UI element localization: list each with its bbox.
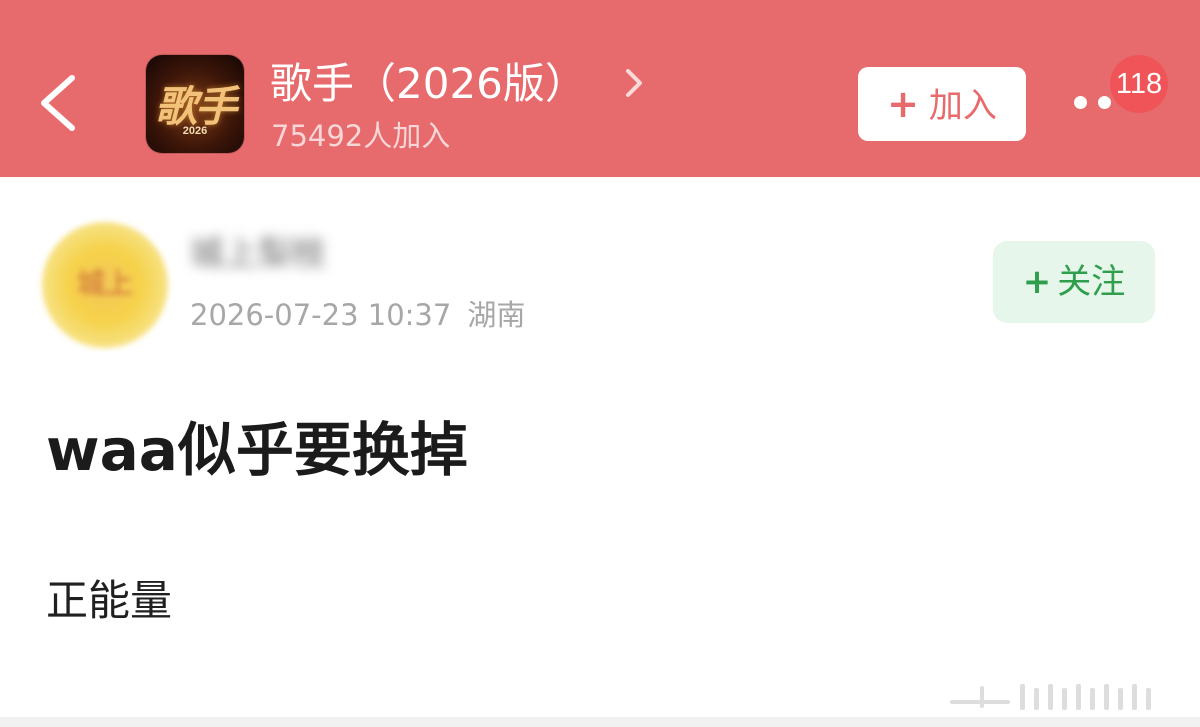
plus-icon: + [1022, 262, 1052, 302]
author-avatar[interactable]: 城上 [42, 222, 168, 348]
post-title: waa似乎要换掉 [46, 416, 468, 484]
follow-button[interactable]: + 关注 [993, 241, 1155, 323]
notification-badge[interactable]: 118 [1110, 55, 1168, 113]
post-location: 湖南 [467, 298, 526, 332]
chevron-left-icon [41, 75, 75, 131]
post-datetime: 2026-07-23 10:37 [190, 298, 452, 332]
member-count: 75492人加入 [271, 119, 451, 153]
group-title[interactable]: 歌手（2026版） [270, 56, 587, 112]
bottom-divider [0, 717, 1200, 727]
author-name[interactable]: 城上梨枝 [190, 230, 326, 278]
back-button[interactable] [30, 68, 90, 138]
join-button[interactable]: + 加入 [858, 67, 1026, 141]
group-header: 歌手 2026 歌手（2026版） 75492人加入 + 加入 118 [0, 0, 1200, 177]
plus-icon: + [887, 82, 919, 126]
group-info-button[interactable] [622, 66, 646, 100]
post-meta: 2026-07-23 10:37 湖南 [190, 295, 525, 335]
logo-year: 2026 [182, 125, 208, 137]
follow-button-label: 关注 [1057, 262, 1126, 302]
chevron-right-icon [626, 69, 642, 97]
avatar-text: 城上 [76, 267, 133, 300]
post-body: 正能量 [46, 576, 173, 625]
join-button-label: 加入 [928, 86, 997, 126]
group-logo[interactable]: 歌手 2026 [146, 55, 244, 153]
watermark [950, 678, 1160, 714]
